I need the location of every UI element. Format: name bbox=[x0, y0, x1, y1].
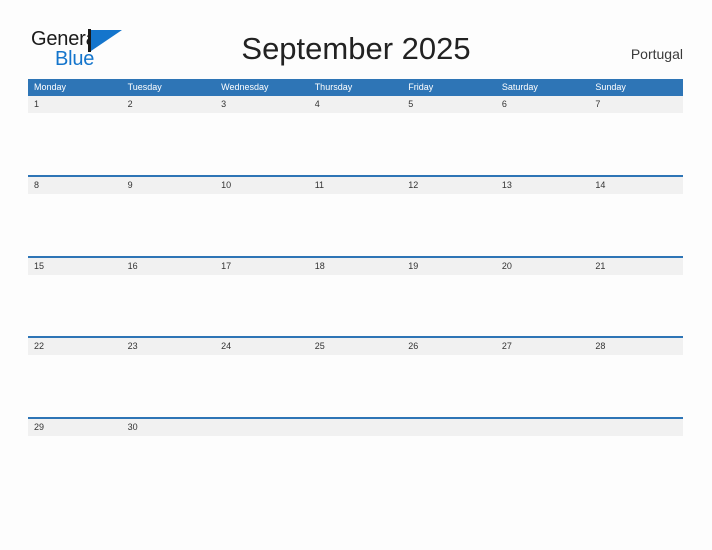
day-number[interactable]: 29 bbox=[28, 419, 122, 436]
week-date-band: 22 23 24 25 26 27 28 bbox=[28, 338, 683, 355]
day-number[interactable]: 20 bbox=[496, 258, 590, 275]
page-header: General Blue September 2025 Portugal bbox=[0, 0, 712, 79]
day-cell[interactable] bbox=[122, 275, 216, 337]
day-cell[interactable] bbox=[496, 194, 590, 256]
day-cell bbox=[496, 436, 590, 498]
day-number[interactable]: 5 bbox=[402, 96, 496, 113]
week-date-band: 29 30 bbox=[28, 418, 683, 436]
calendar-grid: Monday Tuesday Wednesday Thursday Friday… bbox=[28, 79, 683, 497]
week-row: 22 23 24 25 26 27 28 bbox=[28, 336, 683, 417]
calendar-page: General Blue September 2025 Portugal Mon… bbox=[0, 0, 712, 550]
day-cell[interactable] bbox=[122, 113, 216, 175]
day-number[interactable]: 19 bbox=[402, 258, 496, 275]
day-number[interactable]: 21 bbox=[589, 258, 683, 275]
day-cell[interactable] bbox=[28, 355, 122, 417]
day-number[interactable]: 25 bbox=[309, 338, 403, 355]
day-cell[interactable] bbox=[28, 113, 122, 175]
day-number[interactable]: 6 bbox=[496, 96, 590, 113]
day-number[interactable]: 1 bbox=[28, 96, 122, 113]
day-cell[interactable] bbox=[28, 275, 122, 337]
weekday-saturday: Saturday bbox=[501, 82, 538, 92]
day-cell bbox=[589, 436, 683, 498]
week-date-band: 1 2 3 4 5 6 7 bbox=[28, 96, 683, 113]
day-number[interactable]: 16 bbox=[122, 258, 216, 275]
day-cell bbox=[215, 436, 309, 498]
day-cell[interactable] bbox=[589, 113, 683, 175]
day-number[interactable]: 30 bbox=[122, 419, 216, 436]
day-number[interactable]: 13 bbox=[496, 177, 590, 194]
weekday-header-row: Monday Tuesday Wednesday Thursday Friday… bbox=[28, 79, 683, 96]
day-number[interactable]: 24 bbox=[215, 338, 309, 355]
day-cell[interactable] bbox=[28, 436, 122, 498]
day-cell bbox=[402, 436, 496, 498]
week-note-area bbox=[28, 274, 683, 337]
week-note-area bbox=[28, 113, 683, 175]
week-note-area bbox=[28, 194, 683, 256]
week-date-band: 15 16 17 18 19 20 21 bbox=[28, 257, 683, 275]
day-cell[interactable] bbox=[496, 113, 590, 175]
day-cell[interactable] bbox=[309, 113, 403, 175]
day-cell[interactable] bbox=[589, 194, 683, 256]
day-cell[interactable] bbox=[215, 355, 309, 417]
day-cell[interactable] bbox=[402, 113, 496, 175]
day-cell[interactable] bbox=[309, 194, 403, 256]
day-cell[interactable] bbox=[402, 355, 496, 417]
day-number[interactable]: 4 bbox=[309, 96, 403, 113]
day-number[interactable]: 26 bbox=[402, 338, 496, 355]
day-cell[interactable] bbox=[589, 275, 683, 337]
day-number[interactable]: 3 bbox=[215, 96, 309, 113]
week-row: 29 30 bbox=[28, 416, 683, 498]
day-number[interactable]: 2 bbox=[122, 96, 216, 113]
day-number[interactable]: 10 bbox=[215, 177, 309, 194]
weekday-friday: Friday bbox=[408, 82, 434, 92]
country-label: Portugal bbox=[630, 46, 683, 62]
day-cell[interactable] bbox=[122, 436, 216, 498]
day-number[interactable]: 18 bbox=[309, 258, 403, 275]
day-number[interactable]: 23 bbox=[122, 338, 216, 355]
day-number[interactable]: 9 bbox=[122, 177, 216, 194]
day-cell[interactable] bbox=[496, 355, 590, 417]
day-number[interactable]: 28 bbox=[589, 338, 683, 355]
weekday-tuesday: Tuesday bbox=[127, 82, 162, 92]
day-cell[interactable] bbox=[589, 355, 683, 417]
day-number bbox=[496, 419, 590, 436]
day-number[interactable]: 22 bbox=[28, 338, 122, 355]
day-number[interactable]: 27 bbox=[496, 338, 590, 355]
page-title: September 2025 bbox=[241, 31, 471, 66]
weekday-monday: Monday bbox=[34, 82, 67, 92]
day-number bbox=[402, 419, 496, 436]
day-cell[interactable] bbox=[496, 275, 590, 337]
day-number[interactable]: 14 bbox=[589, 177, 683, 194]
day-cell[interactable] bbox=[402, 275, 496, 337]
week-date-band: 8 9 10 11 12 13 14 bbox=[28, 177, 683, 194]
day-cell[interactable] bbox=[215, 194, 309, 256]
weekday-thursday: Thursday bbox=[314, 82, 353, 92]
week-row: 8 9 10 11 12 13 14 bbox=[28, 175, 683, 256]
day-number[interactable]: 8 bbox=[28, 177, 122, 194]
day-cell bbox=[309, 436, 403, 498]
day-number[interactable]: 15 bbox=[28, 258, 122, 275]
week-row: 1 2 3 4 5 6 7 bbox=[28, 96, 683, 175]
day-cell[interactable] bbox=[122, 355, 216, 417]
weekday-wednesday: Wednesday bbox=[221, 82, 269, 92]
day-number[interactable]: 11 bbox=[309, 177, 403, 194]
week-row: 15 16 17 18 19 20 21 bbox=[28, 255, 683, 337]
day-cell[interactable] bbox=[309, 275, 403, 337]
day-cell[interactable] bbox=[215, 113, 309, 175]
day-cell[interactable] bbox=[309, 355, 403, 417]
day-number bbox=[215, 419, 309, 436]
day-number bbox=[309, 419, 403, 436]
week-note-area bbox=[28, 355, 683, 417]
week-note-area bbox=[28, 435, 683, 498]
day-number[interactable]: 12 bbox=[402, 177, 496, 194]
day-cell[interactable] bbox=[215, 275, 309, 337]
day-cell[interactable] bbox=[28, 194, 122, 256]
day-cell[interactable] bbox=[402, 194, 496, 256]
day-number[interactable]: 17 bbox=[215, 258, 309, 275]
day-number[interactable]: 7 bbox=[589, 96, 683, 113]
day-cell[interactable] bbox=[122, 194, 216, 256]
weekday-sunday: Sunday bbox=[595, 82, 626, 92]
day-number bbox=[589, 419, 683, 436]
